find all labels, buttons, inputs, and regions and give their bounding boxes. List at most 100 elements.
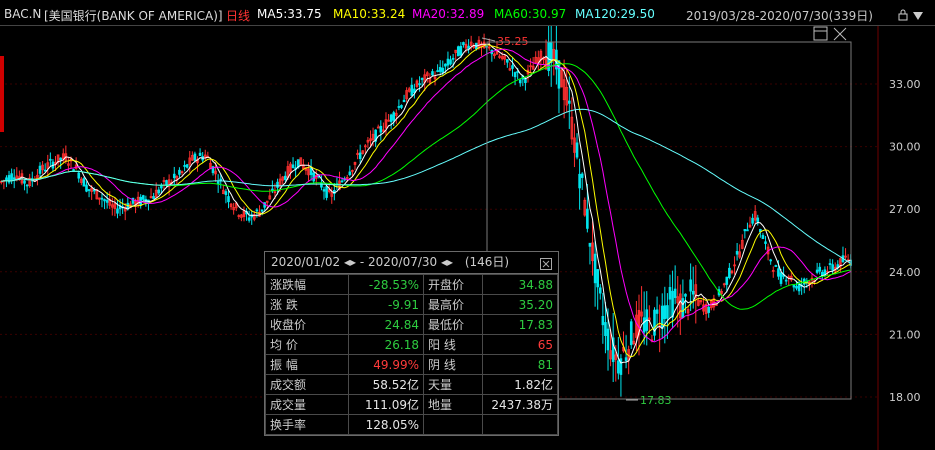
stats-row: 成交额 58.52亿 天量 1.82亿 [265,374,558,395]
close-icon[interactable] [832,26,848,45]
candle-body [593,253,597,284]
candle-body [183,165,186,167]
candle-body [85,184,88,192]
stats-cell-k: 成交量 [265,394,349,415]
candle-body [815,269,819,273]
candle-body [379,125,383,133]
stats-cell-k: 成交额 [265,374,349,395]
low-annotation: 17.83 [640,394,672,407]
candle-body [795,285,798,289]
candle-body [516,71,519,73]
candle-body [400,105,403,108]
stats-cell-v: 26.18 [348,334,424,355]
interval-stats-panel: 2020/01/02 ◂▸ - 2020/07/30 ◂▸ (146日) 涨跌幅… [264,251,559,436]
candle-body [779,272,783,284]
candle-body [601,316,605,326]
stats-row: 换手率 128.05% [265,414,558,435]
y-tick-label: 21.00 [889,328,921,341]
candle-body [116,208,119,214]
y-tick-label: 33.00 [889,78,921,91]
candle-body [689,279,692,292]
candle-body [606,328,610,351]
candle-body [325,186,328,198]
ma60-label: MA60:30.97 [494,7,567,21]
stats-row: 均 价 26.18 阳 线 65 [265,334,558,355]
candle-body [777,268,780,277]
stats-row: 涨 跌 -9.91 最高价 35.20 [265,294,558,315]
restore-window-icon[interactable] [813,26,829,45]
candle-body [642,317,646,333]
candle-body [617,360,620,374]
close-box-icon[interactable] [540,256,552,277]
candle-body [751,217,754,224]
period-label[interactable]: 日线 [226,7,250,24]
candle-body [348,171,352,176]
candle-body [743,229,747,232]
candle-body [624,357,628,362]
ma10-label: MA10:33.24 [333,7,406,21]
candle-body [774,265,778,267]
candle-body [818,266,822,272]
legend-bar: BAC.N [美国银行(BANK OF AMERICA)] 日线 MA5:33.… [0,5,935,26]
candle-body [446,58,450,66]
candle-body [358,152,362,159]
stats-cell-k2: 阳 线 [423,334,483,355]
candle-body [59,157,62,161]
candle-body [283,175,287,180]
candle-body [49,158,52,161]
stats-cell-v2: 17.83 [482,314,558,335]
candle-body [725,276,729,285]
candle-body [456,46,460,57]
candle-body [707,306,711,313]
stats-cell-k2: 地量 [423,394,483,415]
ma5-label: MA5:33.75 [257,7,322,21]
dropdown-triangle-icon[interactable] [912,10,924,24]
candle-body [178,169,181,175]
candle-body [389,114,393,122]
candle-body [431,71,434,76]
candle-body [100,197,104,200]
candle-body [23,180,26,184]
candle-body [247,217,251,221]
candle-body [596,269,599,288]
candle-body [157,189,161,194]
candle-body [506,59,509,63]
candle-body [402,99,406,103]
stats-cell-v: -28.53% [348,274,424,295]
candle-body [792,285,796,288]
candle-body [82,178,86,187]
candle-body [831,264,834,271]
candle-body [580,173,584,178]
candle-body [224,191,228,195]
candle-body [227,196,230,203]
y-axis: 33.00 30.00 27.00 24.00 21.00 18.00 [889,78,921,404]
stats-cell-v2: 34.88 [482,274,558,295]
candle-body [518,79,522,84]
stats-range[interactable]: 2020/01/02 ◂▸ - 2020/07/30 ◂▸ [271,255,453,269]
candle-body [451,57,455,60]
y-tick-label: 18.00 [889,391,921,404]
candle-body [598,287,602,294]
left-marker [0,56,4,132]
stats-cell-k: 收盘价 [265,314,349,335]
candle-body [671,290,674,318]
lock-icon[interactable] [898,9,908,24]
stats-cell-k2: 开盘价 [423,274,483,295]
candle-body [152,196,155,199]
candle-body [828,263,832,265]
candle-body [12,177,16,180]
candle-body [691,290,695,295]
candle-body [25,184,29,187]
candle-body [604,322,607,336]
candle-body [410,84,414,96]
candle-body [10,173,13,181]
candle-body [524,78,527,84]
candle-body [260,209,264,212]
candle-body [185,164,189,168]
candle-body [728,267,731,279]
candle-body [764,241,767,244]
stock-name: [美国银行(BANK OF AMERICA)] [44,9,223,23]
candle-body [255,209,259,212]
stats-row: 振 幅 49.99% 阴 线 81 [265,354,558,375]
stats-cell-v2 [482,414,558,435]
